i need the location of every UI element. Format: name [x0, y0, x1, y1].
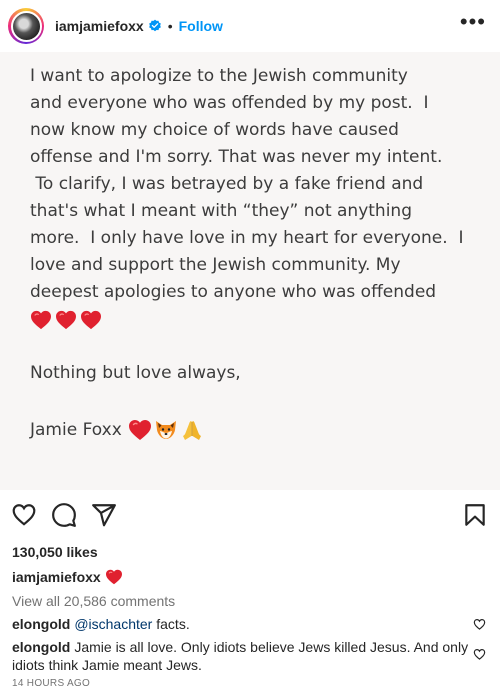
caption: iamjamiefoxx — [12, 569, 123, 585]
comment-like-icon[interactable] — [473, 618, 486, 631]
comment-text: facts. — [152, 616, 190, 632]
post-image[interactable]: I want to apologize to the Jewish commun… — [0, 52, 500, 490]
red-heart-icon — [30, 310, 52, 330]
signature-row: Jamie Foxx — [30, 418, 206, 442]
save-icon[interactable] — [462, 502, 488, 528]
red-heart-icon — [128, 418, 152, 442]
closing-line: Nothing but love always, — [30, 363, 241, 383]
fox-icon — [155, 421, 176, 439]
caption-username[interactable]: iamjamiefoxx — [12, 569, 101, 585]
signature-name: Jamie Foxx — [30, 420, 122, 440]
comment: elongold @ischachter facts. — [12, 615, 472, 633]
view-all-comments-link[interactable]: View all 20,586 comments — [12, 593, 175, 609]
share-icon[interactable] — [91, 502, 117, 528]
red-heart-icon — [105, 569, 123, 585]
post-statement-text: I want to apologize to the Jewish commun… — [30, 66, 464, 302]
separator-dot: • — [167, 18, 173, 34]
author-username[interactable]: iamjamiefoxx — [55, 18, 144, 34]
likes-count[interactable]: 130,050 likes — [12, 544, 98, 560]
comment-text: Jamie is all love. Only idiots believe J… — [12, 639, 469, 673]
follow-button[interactable]: Follow — [179, 18, 223, 34]
post-timestamp[interactable]: 14 HOURS AGO — [12, 678, 90, 689]
like-icon[interactable] — [11, 502, 37, 528]
avatar-image — [10, 10, 42, 42]
post-header: iamjamiefoxx • Follow ••• — [0, 0, 500, 52]
more-options-icon[interactable]: ••• — [460, 11, 486, 41]
comment-mention[interactable]: @ischachter — [74, 616, 152, 632]
verified-badge-icon — [148, 19, 161, 32]
comment-username[interactable]: elongold — [12, 639, 70, 655]
comment-username[interactable]: elongold — [12, 616, 70, 632]
hearts-row — [30, 310, 102, 330]
red-heart-icon — [80, 310, 102, 330]
comment: elongold Jamie is all love. Only idiots b… — [12, 638, 472, 674]
comment-like-icon[interactable] — [473, 648, 486, 661]
action-bar — [0, 502, 500, 532]
folded-hands-icon — [182, 421, 201, 440]
red-heart-icon — [55, 310, 77, 330]
avatar[interactable] — [8, 8, 44, 44]
comment-icon[interactable] — [51, 502, 77, 528]
